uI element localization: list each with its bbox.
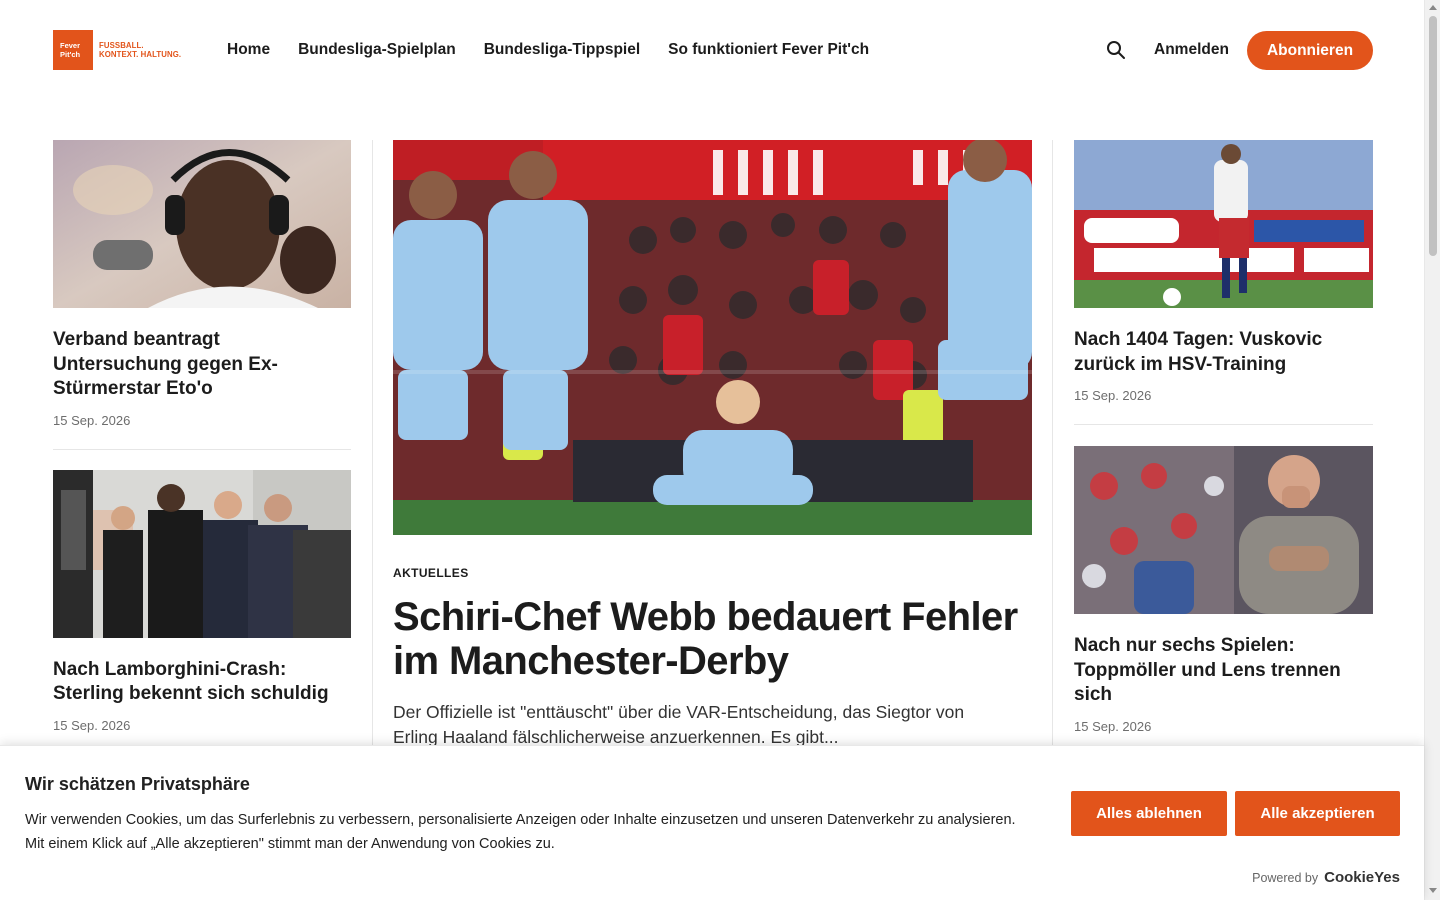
cookieyes-logo[interactable]: CookieYes [1324, 869, 1400, 886]
powered-by[interactable]: Powered by CookieYes [1252, 869, 1400, 886]
article-category[interactable]: AKTUELLES [393, 566, 1032, 580]
site-logo[interactable]: Fever Pit'ch FUSSBALL. KONTEXT. HALTUNG. [53, 30, 181, 70]
divider [53, 448, 351, 450]
logo-mark: Fever Pit'ch [53, 30, 93, 70]
cookie-title: Wir schätzen Privatsphäre [25, 774, 250, 794]
scroll-down-arrow-icon[interactable] [1429, 888, 1437, 893]
article-card[interactable]: Nach nur sechs Spielen: Toppmöller und L… [1074, 446, 1373, 734]
article-title[interactable]: Nach nur sechs Spielen: Toppmöller und L… [1074, 634, 1373, 708]
cookie-banner: Wir schätzen Privatsphäre Wir verwenden … [0, 745, 1424, 900]
article-date: 15 Sep. 2026 [53, 412, 131, 428]
nav-how-it-works[interactable]: So funktioniert Fever Pit'ch [668, 40, 869, 60]
article-title[interactable]: Verband beantragt Untersuchung gegen Ex-… [53, 328, 351, 402]
tagline-1: FUSSBALL. [99, 40, 144, 50]
logo-text-2: Pit'ch [60, 50, 81, 59]
right-column: Nach 1404 Tagen: Vuskovic zurück im HSV-… [1074, 140, 1373, 734]
article-date: 15 Sep. 2026 [1074, 718, 1152, 734]
scroll-up-arrow-icon[interactable] [1429, 5, 1437, 10]
site-header: Fever Pit'ch FUSSBALL. KONTEXT. HALTUNG.… [0, 0, 1424, 100]
article-image[interactable] [1074, 446, 1373, 614]
article-title[interactable]: Nach 1404 Tagen: Vuskovic zurück im HSV-… [1074, 328, 1373, 377]
divider [1074, 424, 1373, 425]
cookie-text-line: Mit einem Klick auf „Alle akzeptieren" s… [25, 836, 555, 852]
page-scrollbar[interactable] [1424, 0, 1440, 900]
logo-tagline: FUSSBALL. KONTEXT. HALTUNG. [99, 41, 181, 60]
login-link[interactable]: Anmelden [1154, 40, 1229, 60]
article-date: 15 Sep. 2026 [53, 717, 131, 733]
scrollbar-thumb[interactable] [1429, 16, 1437, 256]
article-image[interactable] [1074, 140, 1373, 308]
reject-all-button[interactable]: Alles ablehnen [1071, 791, 1227, 836]
logo-text-1: Fever [60, 41, 81, 50]
tagline-2: KONTEXT. HALTUNG. [99, 50, 182, 59]
accept-all-button[interactable]: Alle akzeptieren [1235, 791, 1400, 836]
search-icon[interactable] [1106, 40, 1126, 60]
article-card[interactable]: Nach 1404 Tagen: Vuskovic zurück im HSV-… [1074, 140, 1373, 403]
powered-by-label: Powered by [1252, 871, 1319, 885]
nav-bundesliga-tippspiel[interactable]: Bundesliga-Tippspiel [484, 40, 640, 60]
column-divider [1052, 140, 1053, 760]
article-image[interactable] [53, 140, 351, 308]
main-nav: Home Bundesliga-Spielplan Bundesliga-Tip… [227, 40, 869, 60]
subscribe-button[interactable]: Abonnieren [1247, 31, 1373, 70]
cookie-text: Wir verwenden Cookies, um das Surferlebn… [25, 808, 1055, 856]
article-image[interactable] [53, 469, 351, 638]
left-column: Verband beantragt Untersuchung gegen Ex-… [53, 140, 351, 733]
column-divider [372, 140, 373, 760]
nav-home[interactable]: Home [227, 40, 270, 60]
featured-image[interactable] [393, 140, 1032, 535]
featured-article[interactable]: AKTUELLES Schiri-Chef Webb bedauert Fehl… [393, 140, 1032, 750]
cookie-text-line: Wir verwenden Cookies, um das Surferlebn… [25, 812, 1016, 828]
featured-teaser: Der Offizielle ist "enttäuscht" über die… [393, 702, 965, 747]
article-title[interactable]: Nach Lamborghini-Crash: Sterling bekennt… [53, 658, 351, 707]
featured-title[interactable]: Schiri-Chef Webb bedauert Fehler im Manc… [393, 595, 1032, 683]
nav-bundesliga-spielplan[interactable]: Bundesliga-Spielplan [298, 40, 456, 60]
article-date: 15 Sep. 2026 [1074, 388, 1152, 403]
article-card[interactable]: Verband beantragt Untersuchung gegen Ex-… [53, 140, 351, 428]
article-card[interactable]: Nach Lamborghini-Crash: Sterling bekennt… [53, 469, 351, 733]
